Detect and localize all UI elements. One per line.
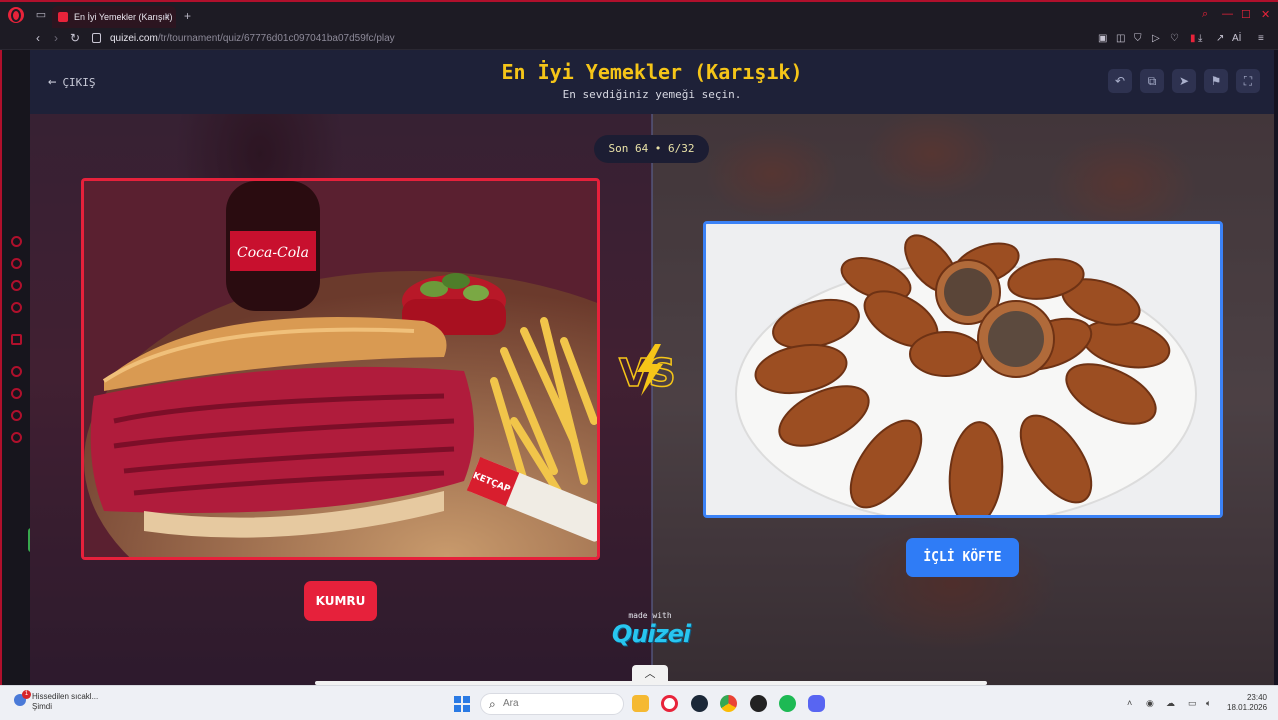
tray-expand-icon[interactable]: ˄ <box>1127 698 1132 708</box>
taskbar-search-input[interactable]: Ara <box>480 693 624 715</box>
back-icon[interactable]: ‹ <box>36 31 40 45</box>
tray-app-icon[interactable]: ◉ <box>1146 698 1154 709</box>
undo-icon[interactable]: ↶ <box>1108 69 1132 93</box>
fullscreen-icon[interactable]: ⛶ <box>1236 69 1260 93</box>
icli-kofte-select-button[interactable]: İÇLİ KÖFTE <box>906 538 1019 577</box>
sidebar-chat-icon[interactable] <box>11 410 22 421</box>
link-icon[interactable]: ⧉ <box>1140 69 1164 93</box>
app-icon[interactable] <box>750 695 767 712</box>
quiz-header: ← ÇIKIŞ En İyi Yemekler (Karışık) En sev… <box>30 50 1274 114</box>
weather-icon: 1 <box>14 690 31 706</box>
kumru-photo: Coca-Cola KETÇAP <box>84 181 597 557</box>
browser-sidebar <box>0 50 30 685</box>
tray-cloud-icon[interactable]: ☁ <box>1166 698 1175 709</box>
maximize-icon[interactable]: ☐ <box>1241 8 1251 21</box>
forward-icon[interactable]: › <box>54 31 58 45</box>
bottle-label: Coca-Cola <box>237 245 309 261</box>
quiz-arena: Son 64 • 6/32 Coca-Cola KETÇAP KUMRU İÇL… <box>30 114 1274 685</box>
browser-tab-bar: ▭ En İyi Yemekler (Karışık) × + ⌕ — ☐ ✕ <box>0 0 1278 28</box>
minimize-icon[interactable]: — <box>1222 8 1233 20</box>
quizei-logo[interactable]: Quizei <box>596 620 706 648</box>
snapshot-icon[interactable]: ◫ <box>1116 33 1125 44</box>
url-field[interactable]: quizei.com/tr/tournament/quiz/67776d01c0… <box>110 33 395 44</box>
volume-icon[interactable]: 🔈︎ <box>1206 698 1211 709</box>
windows-taskbar: 1 Hissedilen sıcakl... Şimdi Ara ˄ ◉ ☁ ▭… <box>0 685 1278 720</box>
weather-time: Şimdi <box>32 702 53 711</box>
left-option-image[interactable]: Coca-Cola KETÇAP <box>81 178 600 560</box>
send-icon[interactable]: ➤ <box>1172 69 1196 93</box>
versus-lightning-icon: VS <box>618 344 677 396</box>
share-icon[interactable]: ↗ <box>1216 33 1224 44</box>
round-indicator: Son 64 • 6/32 <box>594 135 709 163</box>
sidebar-bag-icon[interactable] <box>11 258 22 269</box>
tab-islands-icon[interactable]: ▭ <box>34 8 48 22</box>
center-divider <box>651 114 653 685</box>
search-tabs-icon[interactable]: ⌕ <box>1202 8 1208 21</box>
opera-taskbar-icon[interactable] <box>661 695 678 712</box>
file-explorer-icon[interactable] <box>632 695 649 712</box>
sidebar-whatsapp-icon[interactable] <box>11 302 22 313</box>
heart-icon[interactable]: ♡ <box>1170 33 1179 44</box>
new-tab-button[interactable]: + <box>184 9 191 23</box>
quizei-favicon-icon <box>58 12 68 22</box>
icli-kofte-photo <box>706 224 1220 515</box>
windows-start-icon[interactable] <box>454 696 470 712</box>
camera-icon[interactable]: ▣ <box>1098 33 1107 44</box>
made-with-label: made with <box>628 611 672 620</box>
sidebar-clock-icon[interactable] <box>11 366 22 377</box>
play-icon[interactable]: ▷ <box>1152 33 1160 44</box>
network-icon[interactable]: ▭ <box>1188 698 1197 709</box>
clock-date: 18.01.2026 <box>1227 703 1268 712</box>
shield-icon[interactable]: ⛉ <box>1134 33 1142 44</box>
flag-icon[interactable]: ⚑ <box>1204 69 1228 93</box>
browser-tab[interactable]: En İyi Yemekler (Karışık) × <box>52 6 176 28</box>
sidebar-history-icon[interactable] <box>11 236 22 247</box>
sidebar-twitch-icon[interactable] <box>11 334 22 345</box>
screen: ▭ En İyi Yemekler (Karışık) × + ⌕ — ☐ ✕ … <box>0 0 1278 720</box>
url-path: /tr/tournament/quiz/67776d01c097041ba07d… <box>157 33 395 44</box>
lock-icon <box>92 33 101 43</box>
aria-ai-button[interactable]: Aİ <box>1232 33 1241 44</box>
tab-close-icon[interactable]: × <box>164 11 170 22</box>
tab-title: En İyi Yemekler (Karışık) <box>74 12 173 22</box>
system-clock[interactable]: 23:40 18.01.2026 <box>1227 693 1267 713</box>
reload-icon[interactable]: ↻ <box>70 31 80 45</box>
kumru-select-button[interactable]: KUMRU <box>304 581 377 621</box>
download-icon[interactable]: ⤓ <box>1198 33 1202 44</box>
battery-icon[interactable]: ▮ <box>1190 33 1196 44</box>
sidebar-settings-icon[interactable] <box>11 432 22 443</box>
sidebar-music-icon[interactable] <box>11 388 22 399</box>
weather-text: Hissedilen sıcakl... <box>32 692 99 701</box>
right-option-image[interactable] <box>703 221 1223 518</box>
sidebar-messenger-icon[interactable] <box>11 280 22 291</box>
steam-icon[interactable] <box>691 695 708 712</box>
opera-logo-icon[interactable] <box>8 7 24 23</box>
discord-icon[interactable] <box>808 695 825 712</box>
quiz-subtitle: En sevdiğiniz yemeği seçin. <box>562 88 742 101</box>
url-host: quizei.com <box>110 33 158 44</box>
close-window-icon[interactable]: ✕ <box>1261 8 1270 21</box>
notification-badge: 1 <box>22 690 31 699</box>
weather-widget[interactable]: 1 Hissedilen sıcakl... Şimdi <box>14 690 99 712</box>
quiz-title: En İyi Yemekler (Karışık) <box>501 60 803 84</box>
menu-icon[interactable]: ≡ <box>1258 33 1264 44</box>
address-bar: ‹ › ↻ quizei.com/tr/tournament/quiz/6777… <box>0 28 1278 50</box>
chrome-icon[interactable] <box>720 695 737 712</box>
spotify-icon[interactable] <box>779 695 796 712</box>
clock-time: 23:40 <box>1246 693 1267 702</box>
